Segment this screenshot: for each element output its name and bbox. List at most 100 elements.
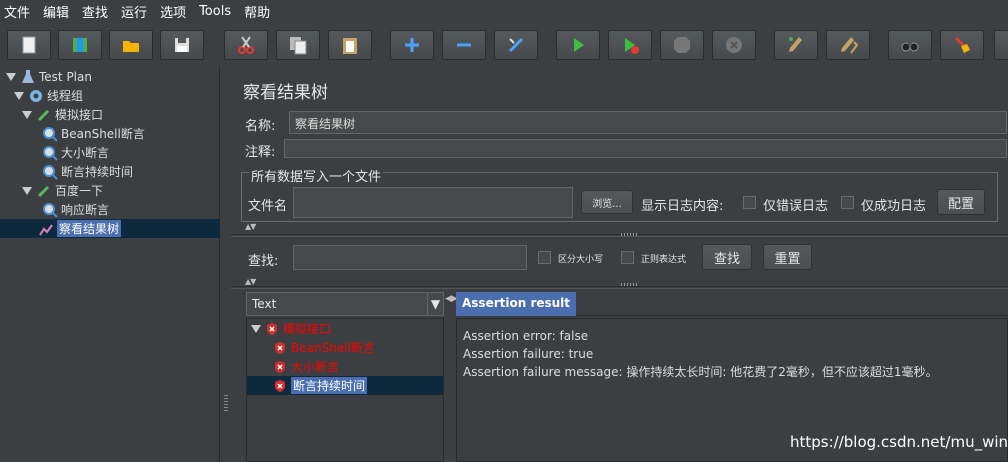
toggle-icon [508,37,524,53]
shutdown-button[interactable] [712,30,756,60]
result-item-duration[interactable]: 断言持续时间 [247,376,443,395]
start-no-pauses-button[interactable] [608,30,652,60]
case-sensitive-label: 区分大小写 [558,255,604,265]
new-button[interactable] [7,30,51,60]
tree-item-size-assertion[interactable]: 大小断言 [42,143,109,162]
start-button[interactable] [556,30,600,60]
result-item-beanshell[interactable]: BeanShell断言 [273,338,375,357]
shutdown-icon [726,37,742,53]
errors-only-checkbox[interactable] [743,196,756,209]
reset-button[interactable]: 重置 [763,244,812,270]
stop-icon [674,37,690,53]
copy-icon [290,37,307,55]
pipette-icon [37,109,50,121]
clear-all-button[interactable] [826,30,870,60]
expand-triangle-icon[interactable] [22,110,32,119]
menu-file[interactable]: 文件 [4,2,30,21]
toolbar [0,24,1008,64]
tree-item-view-results-tree[interactable]: 察看结果树 [0,219,220,238]
find-button[interactable]: 查找 [702,244,752,270]
menu-edit[interactable]: 编辑 [43,2,69,21]
more-toolbar-button[interactable] [994,30,1008,60]
paste-button[interactable] [328,30,372,60]
tree-item-thread-group[interactable]: 线程组 [14,86,83,105]
magnifier-icon [43,164,58,180]
tree-item-test-plan[interactable]: Test Plan [6,67,92,86]
menu-run[interactable]: 运行 [121,2,147,21]
result-item-sampler[interactable]: 模拟接口 [251,319,331,338]
pipette-icon [37,185,50,197]
chevron-down-icon[interactable]: ▼ [427,293,443,315]
errors-only-label: 仅错误日志 [763,199,829,214]
filename-label: 文件名 [248,199,288,214]
drag-grip-icon[interactable] [621,233,637,236]
clear-button[interactable] [774,30,818,60]
drag-grip-icon[interactable] [621,283,637,286]
copy-button[interactable] [276,30,320,60]
result-item-size[interactable]: 大小断言 [273,357,339,376]
log-display-label: 显示日志内容: [641,199,724,214]
toggle-button[interactable] [494,30,538,60]
renderer-select[interactable]: Text ▼ [246,292,444,316]
template-icon [73,38,87,52]
menu-help[interactable]: 帮助 [244,2,270,21]
expand-triangle-icon[interactable] [14,91,24,100]
start-icon [574,38,584,52]
collapse-arrows-icon[interactable]: ▲▼ [245,277,256,286]
stop-button[interactable] [660,30,704,60]
reset-search-button[interactable] [940,30,984,60]
error-shield-icon [267,322,277,335]
paste-icon [343,38,357,54]
collapse-icon [457,43,471,47]
new-icon [22,36,36,54]
filename-input[interactable] [293,187,573,218]
open-icon [123,41,139,52]
case-sensitive-checkbox[interactable] [538,251,551,264]
panel-title: 察看结果树 [243,83,328,103]
divider [231,234,1008,237]
collapse-all-button[interactable] [442,30,486,60]
search-button[interactable] [888,30,932,60]
regex-checkbox[interactable] [621,251,634,264]
tab-assertion-result[interactable]: Assertion result [456,292,577,316]
split-grip-icon[interactable] [224,395,228,413]
cut-button[interactable] [224,30,268,60]
tree-item-duration-assertion[interactable]: 断言持续时间 [42,162,133,181]
flask-icon [22,69,34,83]
configure-button[interactable]: 配置 [937,189,985,215]
start-no-pause-icon [625,38,639,54]
magnifier-icon [43,126,58,142]
write-to-file-legend: 所有数据写入一个文件 [249,166,384,185]
clear-all-icon [841,37,859,54]
tree-item-response-assertion[interactable]: 响应断言 [42,200,109,219]
chart-icon [39,223,53,236]
comment-label: 注释: [245,145,276,160]
success-only-checkbox[interactable] [841,196,854,209]
save-button[interactable] [160,30,204,60]
tree-item-sampler-mock[interactable]: 模拟接口 [22,105,103,124]
results-list: 模拟接口 BeanShell断言 大小断言 断言持续时间 [246,318,444,462]
search-input[interactable] [293,245,527,270]
divider [231,286,1008,289]
comment-field[interactable] [284,139,1007,158]
search-label: 查找: [248,254,279,269]
search-icon [901,42,919,52]
name-field[interactable]: 察看结果树 [289,111,1007,134]
browse-button[interactable]: 浏览... [581,190,633,214]
expand-triangle-icon[interactable] [22,186,32,195]
gear-icon [30,89,42,102]
expand-triangle-icon[interactable] [6,72,16,81]
expand-all-button[interactable] [390,30,434,60]
tree-item-sampler-baidu[interactable]: 百度一下 [22,181,103,200]
menu-bar: 文件 编辑 查找 运行 选项 Tools 帮助 [0,0,1008,22]
collapse-arrows-icon[interactable]: ▲▼ [245,222,256,231]
menu-search[interactable]: 查找 [82,2,108,21]
expand-triangle-icon[interactable] [251,324,261,333]
menu-tools[interactable]: Tools [199,4,231,19]
regex-label: 正则表达式 [641,255,687,265]
open-button[interactable] [109,30,153,60]
menu-options[interactable]: 选项 [160,2,186,21]
clear-icon [789,37,802,52]
tree-item-beanshell-assertion[interactable]: BeanShell断言 [42,124,145,143]
templates-button[interactable] [58,30,102,60]
